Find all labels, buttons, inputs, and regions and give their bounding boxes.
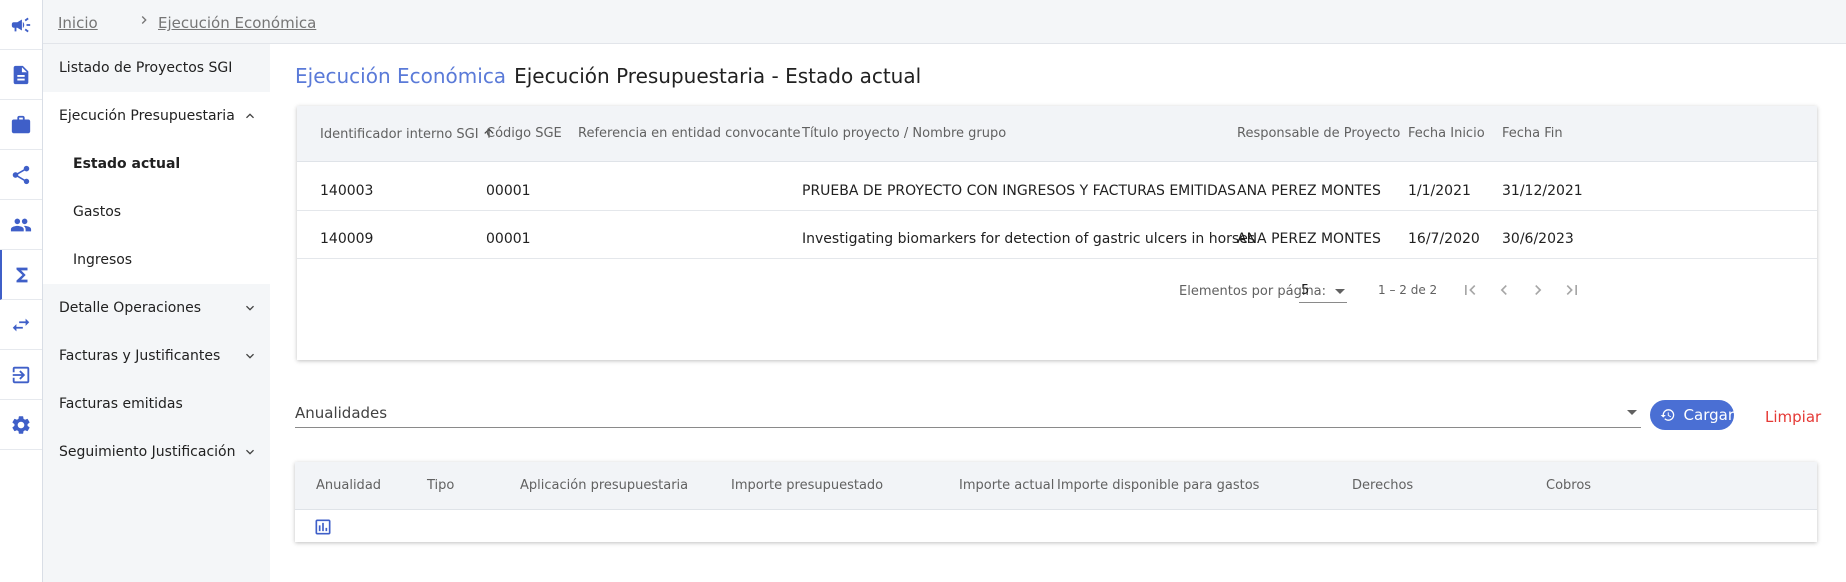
sidebar-item-label: Seguimiento Justificación [59,444,236,460]
megaphone-icon[interactable] [0,0,42,50]
document-icon[interactable] [0,50,42,100]
budget-table: Anualidad Tipo Aplicación presupuestaria… [295,462,1817,542]
column-header-fecha-inicio[interactable]: Fecha Inicio [1408,126,1485,141]
column-header-importe-presupuestado[interactable]: Importe presupuestado [731,478,883,493]
breadcrumb: Inicio Ejecución Económica [43,0,1846,44]
page-size-select[interactable]: 5 [1299,281,1347,303]
sidebar-item-seguimiento-justificacion[interactable]: Seguimiento Justificación [43,428,270,476]
reload-clock-icon [1660,409,1675,421]
cell-titulo: Investigating biomarkers for detection o… [802,231,1256,247]
sidebar-item-facturas-justificantes[interactable]: Facturas y Justificantes [43,332,270,380]
table-header-row: Identificador interno SGI Código SGE Ref… [297,106,1817,162]
column-header-responsable[interactable]: Responsable de Proyecto [1237,126,1400,141]
projects-table: Identificador interno SGI Código SGE Ref… [297,106,1817,360]
cell-fecha-inicio: 16/7/2020 [1408,231,1480,247]
sidebar-item-estado-actual[interactable]: Estado actual [43,140,270,188]
cell-codigo-sge: 00001 [486,231,531,247]
logout-icon[interactable] [0,350,42,400]
sidebar-item-listado-proyectos[interactable]: Listado de Proyectos SGI [43,44,270,92]
column-header-anualidad[interactable]: Anualidad [316,478,381,493]
column-header-fecha-fin[interactable]: Fecha Fin [1502,126,1563,141]
column-header-referencia[interactable]: Referencia en entidad convocante [578,126,801,141]
anualidades-select[interactable]: Anualidades [295,396,1641,428]
page-size-value: 5 [1301,283,1310,298]
limpiar-button[interactable]: Limpiar [1765,408,1821,426]
dropdown-caret-icon [1335,289,1345,294]
swap-arrows-icon[interactable] [0,300,42,350]
cargar-button[interactable]: Cargar [1650,400,1734,430]
column-header-titulo[interactable]: Título proyecto / Nombre grupo [802,126,1006,141]
main-content: Ejecución Económica Ejecución Presupuesta… [270,44,1846,582]
breadcrumb-current-link[interactable]: Ejecución Económica [158,14,316,32]
cell-fecha-inicio: 1/1/2021 [1408,183,1471,199]
anualidades-label: Anualidades [295,404,388,422]
column-header-tipo[interactable]: Tipo [427,478,454,493]
column-header-id-sgi[interactable]: Identificador interno SGI [320,126,496,142]
sidebar-item-label: Estado actual [73,156,181,172]
sidebar-item-label: Detalle Operaciones [59,300,202,316]
icon-rail [0,0,43,582]
settings-icon[interactable] [0,400,42,450]
sidebar-item-label: Ejecución Presupuestaria [59,108,235,124]
cell-responsable: ANA PEREZ MONTES [1237,183,1381,199]
cell-id-sgi: 140003 [320,183,374,199]
chevron-up-icon [242,108,258,124]
people-icon[interactable] [0,200,42,250]
sidebar-item-label: Gastos [73,204,122,220]
column-header-codigo-sge[interactable]: Código SGE [486,126,562,141]
sidebar-item-facturas-emitidas[interactable]: Facturas emitidas [43,380,270,428]
cell-fecha-fin: 31/12/2021 [1502,183,1583,199]
sidebar-item-ingresos[interactable]: Ingresos [43,236,270,284]
column-header-derechos[interactable]: Derechos [1352,478,1413,493]
cargar-button-label: Cargar [1683,406,1734,424]
cell-id-sgi: 140009 [320,231,374,247]
page-title-section: Ejecución Presupuestaria - Estado actual [514,64,922,88]
cell-titulo: PRUEBA DE PROYECTO CON INGRESOS Y FACTUR… [802,183,1237,199]
sidebar-item-label: Listado de Proyectos SGI [59,60,233,76]
sidebar-item-label: Facturas y Justificantes [59,348,221,364]
table-header-row: Anualidad Tipo Aplicación presupuestaria… [295,462,1817,510]
dropdown-caret-icon [1627,410,1637,415]
column-header-importe-actual[interactable]: Importe actual [959,478,1054,493]
sidebar-item-gastos[interactable]: Gastos [43,188,270,236]
last-page-icon[interactable] [1560,278,1584,302]
chevron-right-icon [136,12,152,28]
sidebar-item-ejecucion-presupuestaria[interactable]: Ejecución Presupuestaria [43,92,270,140]
bar-chart-icon[interactable] [313,517,333,541]
sidebar-item-label: Facturas emitidas [59,396,183,412]
page-title-module: Ejecución Económica [295,64,507,88]
cell-fecha-fin: 30/6/2023 [1502,231,1574,247]
cell-codigo-sge: 00001 [486,183,531,199]
sigma-icon[interactable] [0,250,42,300]
share-icon[interactable] [0,150,42,200]
previous-page-icon[interactable] [1492,278,1516,302]
sidebar-item-detalle-operaciones[interactable]: Detalle Operaciones [43,284,270,332]
breadcrumb-home-link[interactable]: Inicio [58,14,98,32]
sidebar-menu: Listado de Proyectos SGI Ejecución Presu… [43,44,270,582]
sidebar-item-label: Ingresos [73,252,133,268]
cell-responsable: ANA PEREZ MONTES [1237,231,1381,247]
column-header-cobros[interactable]: Cobros [1546,478,1591,493]
first-page-icon[interactable] [1458,278,1482,302]
chevron-down-icon [242,444,258,460]
briefcase-icon[interactable] [0,100,42,150]
column-header-importe-disponible[interactable]: Importe disponible para gastos [1057,478,1259,493]
page-range-label: 1 – 2 de 2 [1378,283,1438,297]
row-divider [297,258,1817,259]
chevron-down-icon [242,348,258,364]
next-page-icon[interactable] [1526,278,1550,302]
page-title: Ejecución Económica Ejecución Presupuesta… [295,64,921,88]
column-header-aplicacion[interactable]: Aplicación presupuestaria [520,478,688,493]
chevron-down-icon [242,300,258,316]
row-divider [297,210,1817,211]
